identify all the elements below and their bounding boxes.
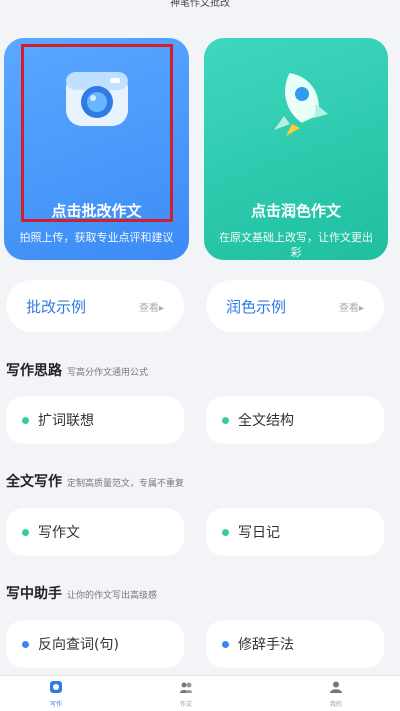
correct-essay-title: 点击批改作文 <box>51 202 142 220</box>
bullet-dot <box>22 641 29 648</box>
polish-essay-subtitle: 在原文基础上改写，让作文更出彩 <box>219 231 373 259</box>
tab-write[interactable]: 写作 <box>36 679 76 708</box>
correct-example-label: 批改示例 <box>26 298 87 316</box>
correct-essay-subtitle: 拍照上传，获取专业点评和建议 <box>19 231 174 244</box>
correct-essay-card[interactable]: 点击批改作文 拍照上传，获取专业点评和建议 <box>4 38 189 260</box>
section-subtitle: 定制高质量范文，专属不重复 <box>67 479 185 489</box>
polish-essay-title: 点击润色作文 <box>250 202 341 220</box>
bullet-dot <box>222 417 229 424</box>
bullet-dot <box>222 641 229 648</box>
section-subtitle: 让你的作文写出高级感 <box>67 591 158 601</box>
item-write-essay[interactable]: 写作文 <box>6 508 184 556</box>
view-link[interactable]: 查看▸ <box>339 299 364 314</box>
polish-example-button[interactable]: 润色示例 查看▸ <box>206 280 384 332</box>
home-icon <box>50 681 62 693</box>
bullet-dot <box>22 417 29 424</box>
section-title-writing-ideas: 写作思路 写高分作文通用公式 <box>6 363 149 379</box>
bottom-tab-bar: 写作 作文 我的 <box>0 675 400 711</box>
bullet-dot <box>22 529 29 536</box>
polish-essay-card[interactable]: 点击润色作文 在原文基础上改写，让作文更出彩 <box>204 38 388 260</box>
bullet-dot <box>222 529 229 536</box>
item-reverse-lookup[interactable]: 反向查词(句) <box>6 620 184 668</box>
correct-example-button[interactable]: 批改示例 查看▸ <box>6 280 184 332</box>
rocket-icon <box>274 73 328 136</box>
view-link[interactable]: 查看▸ <box>139 299 164 314</box>
item-write-diary[interactable]: 写日记 <box>206 508 384 556</box>
community-icon <box>180 682 192 693</box>
section-subtitle: 写高分作文通用公式 <box>67 368 149 378</box>
tab-essay[interactable]: 作文 <box>166 679 206 708</box>
user-icon <box>330 681 342 693</box>
camera-icon <box>66 72 128 126</box>
app-title: 神笔作文批改 <box>170 0 230 9</box>
tab-mine[interactable]: 我的 <box>316 679 356 708</box>
section-title-full-writing: 全文写作 定制高质量范文，专属不重复 <box>6 474 185 490</box>
item-full-structure[interactable]: 全文结构 <box>206 396 384 444</box>
item-word-association[interactable]: 扩词联想 <box>6 396 184 444</box>
polish-example-label: 润色示例 <box>226 298 287 316</box>
section-title-writing-assistant: 写中助手 让你的作文写出高级感 <box>6 586 158 602</box>
item-rhetoric[interactable]: 修辞手法 <box>206 620 384 668</box>
